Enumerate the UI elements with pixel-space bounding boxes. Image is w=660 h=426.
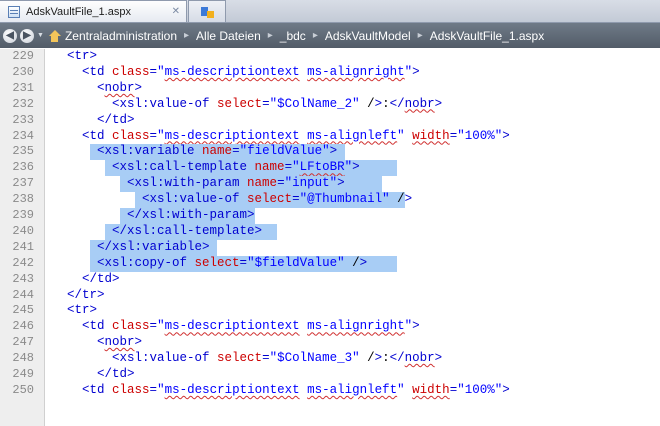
code-line[interactable]: 248 <xsl:value-of select="$ColName_3" />:… — [0, 351, 660, 367]
code-text[interactable]: <td class="ms-descriptiontext ms-alignri… — [82, 65, 420, 81]
code-text[interactable]: <xsl:copy-of select="$fieldValue" /> — [97, 256, 367, 272]
tab-adskvaultfile[interactable]: AdskVaultFile_1.aspx ✕ — [0, 0, 187, 22]
line-number: 232 — [12, 96, 34, 111]
line-number: 247 — [12, 335, 34, 350]
history-dropdown-icon[interactable]: ▼ — [37, 32, 44, 39]
code-line[interactable]: 242 <xsl:copy-of select="$fieldValue" /> — [0, 255, 660, 272]
close-tab-icon[interactable]: ✕ — [172, 6, 180, 17]
line-number: 230 — [12, 64, 34, 79]
line-number: 242 — [12, 255, 34, 270]
code-text[interactable]: <xsl:value-of select="$ColName_2" />:</n… — [112, 97, 442, 113]
line-number: 239 — [12, 208, 34, 222]
code-line[interactable]: 231 <nobr> — [0, 81, 660, 97]
code-line[interactable]: 237 <xsl:with-param name="input"> — [0, 176, 660, 193]
tab-label: AdskVaultFile_1.aspx — [26, 5, 131, 18]
code-text[interactable]: </tr> — [67, 288, 105, 304]
chevron-right-icon: ▸ — [417, 30, 423, 41]
code-line[interactable]: 234 <td class="ms-descriptiontext ms-alig… — [0, 129, 660, 145]
code-line[interactable]: 238 <xsl:value-of select="@Thumbnail" /> — [0, 192, 660, 208]
code-line[interactable]: 239 </xsl:with-param> — [0, 208, 660, 224]
breadcrumb-adskvaultfile[interactable]: AdskVaultFile_1.aspx — [430, 29, 545, 43]
line-number: 231 — [12, 80, 34, 95]
code-text[interactable]: <xsl:with-param name="input"> — [127, 176, 345, 192]
code-line[interactable]: 250 <td class="ms-descriptiontext ms-alig… — [0, 383, 660, 399]
code-text[interactable]: </td> — [97, 113, 135, 129]
line-number: 248 — [12, 351, 34, 366]
line-number: 250 — [12, 382, 34, 397]
breadcrumb: ◀ ▶ ▼ Zentraladministration ▸ Alle Datei… — [0, 23, 660, 48]
code-text[interactable]: </xsl:with-param> — [127, 208, 255, 224]
line-number: 243 — [12, 271, 34, 286]
code-line[interactable]: 244 </tr> — [0, 288, 660, 304]
code-text[interactable]: </xsl:variable> — [97, 240, 210, 256]
code-line[interactable]: 240 </xsl:call-template> — [0, 223, 660, 240]
code-text[interactable]: </xsl:call-template> — [112, 224, 262, 240]
code-editor[interactable]: 229 <tr> 230 <td class="ms-descriptiontext … — [0, 49, 660, 426]
line-number: 241 — [12, 239, 34, 254]
code-line[interactable]: 241 </xsl:variable> — [0, 239, 660, 256]
breadcrumb-bdc[interactable]: _bdc — [280, 29, 306, 43]
code-line[interactable]: 232 <xsl:value-of select="$ColName_2" />:… — [0, 97, 660, 113]
document-icon — [8, 5, 20, 18]
code-line[interactable]: 229 <tr> — [0, 49, 660, 65]
code-text[interactable]: </td> — [82, 272, 120, 288]
code-line[interactable]: 236 <xsl:call-template name="LFtoBR"> — [0, 160, 660, 177]
line-number: 235 — [12, 144, 34, 159]
site-icon — [200, 6, 214, 18]
line-number: 240 — [12, 223, 34, 238]
code-line[interactable]: 235 <xsl:variable name="fieldValue"> — [0, 144, 660, 161]
line-number: 237 — [12, 176, 34, 191]
code-text[interactable]: <td class="ms-descriptiontext ms-alignle… — [82, 129, 510, 145]
code-line[interactable]: 243 </td> — [0, 272, 660, 288]
line-number: 245 — [12, 303, 34, 318]
code-line[interactable]: 233 </td> — [0, 113, 660, 129]
code-line[interactable]: 247 <nobr> — [0, 335, 660, 351]
home-icon[interactable] — [48, 29, 61, 42]
code-text[interactable]: <td class="ms-descriptiontext ms-alignle… — [82, 383, 510, 399]
breadcrumb-adskvaultmodel[interactable]: AdskVaultModel — [325, 29, 411, 43]
code-line[interactable]: 249 </td> — [0, 367, 660, 383]
chevron-right-icon: ▸ — [267, 30, 273, 41]
back-button[interactable]: ◀ — [3, 28, 17, 43]
code-text[interactable]: <xsl:variable name="fieldValue"> — [97, 144, 337, 160]
tab-site[interactable] — [188, 0, 226, 22]
code-text[interactable]: <tr> — [67, 303, 97, 319]
code-line[interactable]: 230 <td class="ms-descriptiontext ms-alig… — [0, 65, 660, 81]
code-text[interactable]: <nobr> — [97, 81, 142, 97]
breadcrumb-alle-dateien[interactable]: Alle Dateien — [196, 29, 261, 43]
line-number: 238 — [12, 192, 34, 207]
code-text[interactable]: <xsl:value-of select="@Thumbnail" /> — [142, 192, 412, 208]
code-text[interactable]: <xsl:value-of select="$ColName_3" />:</n… — [112, 351, 442, 367]
code-text[interactable]: </td> — [97, 367, 135, 383]
line-number: 244 — [12, 287, 34, 302]
line-number: 233 — [12, 112, 34, 127]
code-text[interactable]: <xsl:call-template name="LFtoBR"> — [112, 160, 360, 176]
code-text[interactable]: <tr> — [67, 49, 97, 65]
code-text[interactable]: <td class="ms-descriptiontext ms-alignri… — [82, 319, 420, 335]
line-number: 249 — [12, 367, 34, 381]
line-number: 229 — [12, 49, 34, 63]
code-line[interactable]: 245 <tr> — [0, 303, 660, 319]
line-number: 234 — [12, 128, 34, 143]
line-number: 236 — [12, 160, 34, 175]
code-text[interactable]: <nobr> — [97, 335, 142, 351]
document-tab-bar: AdskVaultFile_1.aspx ✕ — [0, 0, 660, 23]
line-number: 246 — [12, 319, 34, 334]
chevron-right-icon: ▸ — [184, 30, 190, 41]
breadcrumb-zentraladministration[interactable]: Zentraladministration — [65, 29, 177, 43]
chevron-right-icon: ▸ — [312, 30, 318, 41]
forward-button[interactable]: ▶ — [20, 28, 34, 43]
code-line[interactable]: 246 <td class="ms-descriptiontext ms-alig… — [0, 319, 660, 335]
